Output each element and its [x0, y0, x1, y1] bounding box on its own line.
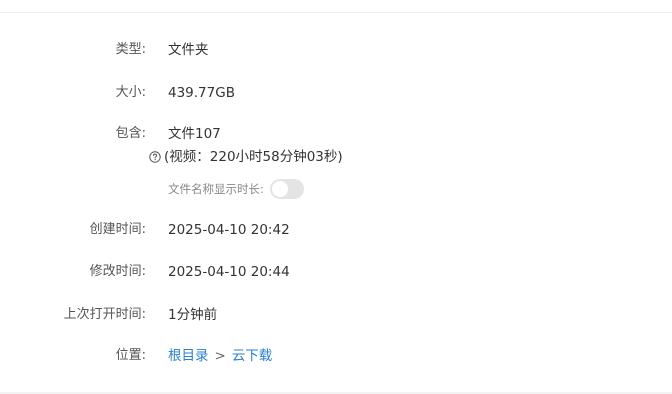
size-value: 439.77GB — [168, 85, 235, 101]
last-opened-value: 1分钟前 — [168, 307, 218, 323]
top-divider — [0, 12, 672, 13]
type-label: 类型: — [115, 42, 146, 57]
location-row: 位置: — [0, 346, 672, 366]
show-duration-row: 文件名称显示时长: — [168, 179, 304, 199]
created-value: 2025-04-10 20:42 — [168, 222, 290, 238]
video-summary-text: (视频：220小时58分钟03秒) — [164, 149, 343, 165]
location-folder-link[interactable]: 云下载 — [232, 348, 273, 364]
show-duration-label: 文件名称显示时长: — [168, 182, 264, 196]
location-label: 位置: — [115, 348, 146, 363]
type-row: 类型: 文件夹 — [0, 40, 672, 60]
last-opened-label: 上次打开时间: — [63, 307, 146, 322]
location-breadcrumb: 根目录 > 云下载 — [168, 346, 272, 366]
location-separator: > — [214, 348, 226, 364]
contains-value: 文件107 — [168, 126, 221, 142]
created-row: 创建时间: 2025-04-10 20:42 — [0, 220, 672, 240]
contains-label: 包含: — [115, 126, 146, 141]
location-root-link[interactable]: 根目录 — [168, 348, 209, 364]
contains-row: 包含: 文件107 — [0, 124, 672, 144]
created-label: 创建时间: — [89, 222, 146, 237]
question-circle-icon[interactable] — [149, 151, 161, 163]
modified-label: 修改时间: — [89, 264, 146, 279]
show-duration-toggle[interactable] — [269, 179, 304, 199]
size-label: 大小: — [115, 85, 146, 100]
last-opened-row: 上次打开时间: 1分钟前 — [0, 305, 672, 325]
toggle-knob — [271, 181, 288, 197]
video-summary: (视频：220小时58分钟03秒) — [149, 147, 343, 167]
size-row: 大小: 439.77GB — [0, 83, 672, 103]
modified-row: 修改时间: 2025-04-10 20:44 — [0, 262, 672, 282]
type-value: 文件夹 — [168, 42, 209, 58]
modified-value: 2025-04-10 20:44 — [168, 264, 290, 280]
